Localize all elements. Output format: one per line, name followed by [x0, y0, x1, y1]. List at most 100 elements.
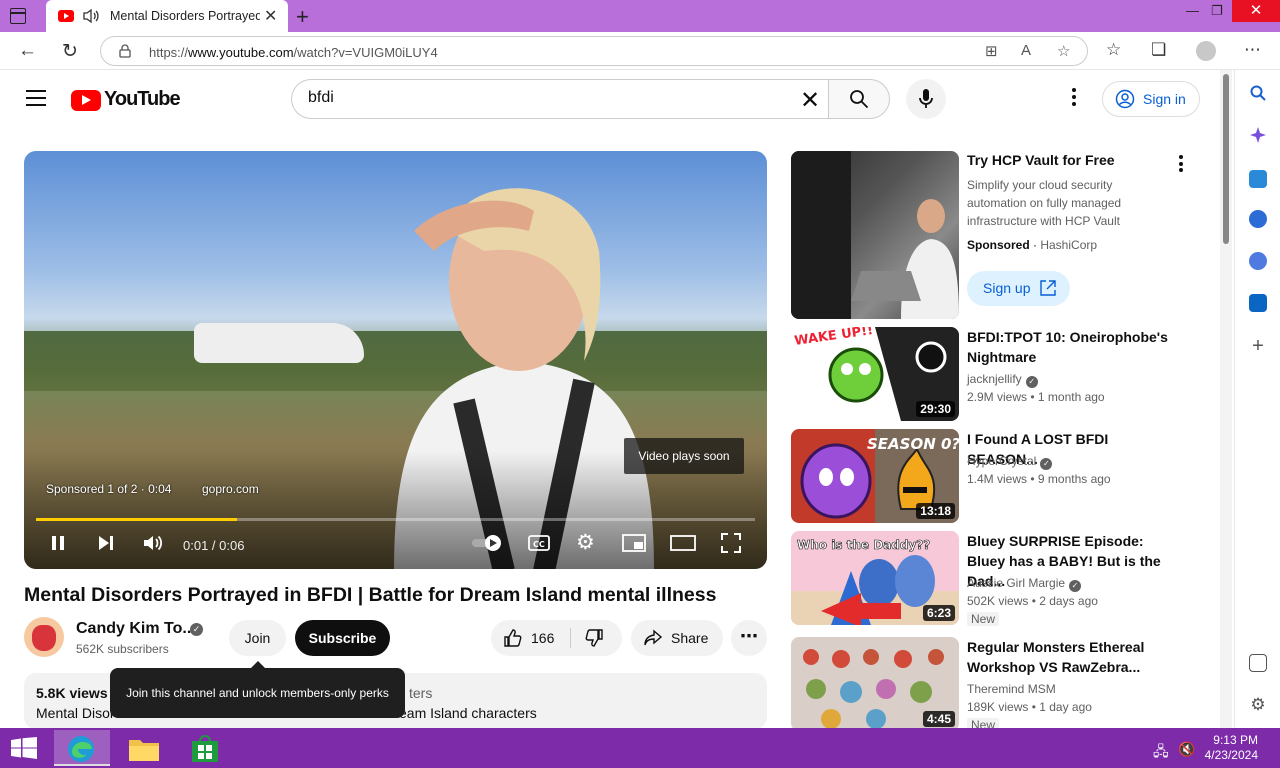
like-icon[interactable] [503, 628, 523, 648]
browser-tab-bar: Mental Disorders Portrayed in BFDI ✕ + —… [0, 0, 1280, 32]
collections-icon[interactable]: ❏ [1151, 40, 1166, 60]
volume-icon[interactable] [142, 533, 164, 553]
recommendation-thumbnail[interactable]: Who is the Daddy?? 6:23 [791, 531, 959, 625]
url-field[interactable]: https://www.youtube.com/watch?v=VUIGM0iL… [100, 36, 1088, 66]
lock-icon[interactable] [119, 44, 131, 58]
captions-icon[interactable]: CC [528, 533, 550, 553]
channel-name[interactable]: Candy Kim To... [76, 620, 196, 638]
sidebar-settings-icon[interactable]: ⚙ [1249, 696, 1267, 714]
clear-search-icon[interactable]: ✕ [800, 86, 820, 115]
ad-domain-link[interactable]: gopro.com [202, 482, 259, 496]
verified-badge-icon: ✓ [1069, 580, 1082, 592]
dislike-icon[interactable] [584, 628, 604, 648]
speaker-icon[interactable] [82, 8, 100, 24]
recommendation-thumbnail[interactable]: 4:45 [791, 637, 959, 731]
ad-title[interactable]: Try HCP Vault for Free [967, 152, 1115, 168]
ad-thumbnail[interactable] [791, 151, 959, 319]
like-dislike-group: 166 [491, 620, 622, 656]
profile-avatar[interactable] [1196, 41, 1216, 61]
join-button[interactable]: Join [229, 620, 286, 656]
sign-in-label: Sign in [1143, 91, 1186, 107]
tab-close-icon[interactable]: ✕ [264, 6, 277, 26]
taskbar-store-app[interactable] [178, 730, 234, 766]
video-progress-bar[interactable] [36, 518, 755, 521]
maximize-button[interactable]: ❐ [1211, 3, 1223, 19]
ad-sponsor-line: Sponsored · HashiCorp [967, 238, 1098, 252]
page-scrollbar[interactable] [1220, 70, 1232, 728]
share-button[interactable]: Share [631, 620, 723, 656]
fullscreen-icon[interactable] [721, 533, 741, 553]
office-icon[interactable] [1249, 252, 1267, 270]
youtube-wordmark: YouTube [104, 88, 181, 110]
recommendation-thumbnail[interactable]: WAKE UP!! 29:30 [791, 327, 959, 421]
search-input[interactable] [308, 89, 778, 107]
channel-avatar[interactable] [24, 617, 64, 657]
sign-in-button[interactable]: Sign in [1102, 81, 1200, 117]
recommendation-channel[interactable]: Theremind MSM [967, 682, 1056, 696]
recommendation-channel[interactable]: Aussie Girl Margie ✓ [967, 576, 1082, 592]
add-favorite-icon[interactable]: ☆ [1057, 42, 1070, 60]
video-duration: 13:18 [916, 503, 955, 519]
taskbar-clock[interactable]: 9:13 PM 4/23/2024 [1200, 733, 1258, 763]
subscribe-button[interactable]: Subscribe [295, 620, 390, 656]
refresh-icon[interactable]: ↻ [62, 40, 78, 63]
search-button[interactable] [828, 79, 890, 119]
settings-more-icon[interactable]: ⋯ [1244, 40, 1261, 60]
search-icon[interactable] [1249, 84, 1267, 102]
taskbar-file-explorer-app[interactable] [116, 730, 172, 766]
back-icon[interactable]: ← [18, 40, 37, 62]
app-available-icon[interactable]: ⊞ [985, 42, 998, 60]
account-icon [1115, 89, 1135, 109]
recommendation-title[interactable]: BFDI:TPOT 10: Oneirophobe's Nightmare [967, 327, 1177, 367]
store-icon [192, 735, 218, 762]
recommendation-meta: 189K views • 1 day ago [967, 700, 1092, 714]
new-badge: New [967, 612, 1000, 626]
description-text-tail-2: eam Island characters [399, 705, 537, 721]
tools-icon[interactable] [1249, 210, 1267, 228]
recommendation-item[interactable]: SEASON 0? 13:18 I Found A LOST BFDI SEAS… [791, 429, 1211, 525]
external-link-icon [1040, 280, 1056, 296]
volume-muted-icon[interactable]: 🔇 [1178, 741, 1195, 758]
minimize-button[interactable]: — [1186, 3, 1199, 18]
recommendation-item[interactable]: WAKE UP!! 29:30 BFDI:TPOT 10: Oneirophob… [791, 327, 1211, 423]
read-aloud-icon[interactable]: A [1021, 42, 1031, 59]
svg-text:Who is the Daddy??: Who is the Daddy?? [797, 538, 930, 552]
voice-search-button[interactable] [906, 79, 946, 119]
window-close-button[interactable]: ✕ [1232, 0, 1280, 22]
browser-tab-active[interactable]: Mental Disorders Portrayed in BFDI ✕ [46, 0, 288, 32]
recommendation-item[interactable]: Who is the Daddy?? 6:23 Bluey SURPRISE E… [791, 531, 1211, 627]
tab-actions-icon[interactable] [10, 8, 26, 24]
network-icon[interactable]: 🖧 [1153, 741, 1169, 765]
recommendation-meta: 2.9M views • 1 month ago [967, 390, 1105, 404]
menu-icon[interactable] [26, 90, 46, 106]
outlook-icon[interactable] [1249, 294, 1267, 312]
video-player[interactable]: Video plays soon Sponsored 1 of 2 · 0:04… [24, 151, 767, 569]
sidebar-collapse-icon[interactable] [1249, 654, 1267, 672]
more-actions-button[interactable]: ⋯ [731, 620, 767, 656]
settings-kebab-icon[interactable] [1068, 88, 1080, 110]
copilot-icon[interactable] [1249, 126, 1267, 144]
video-plays-soon-badge[interactable]: Video plays soon [624, 438, 744, 474]
ad-options-kebab-icon[interactable] [1175, 155, 1187, 175]
verified-badge-icon: ✓ [1040, 458, 1053, 470]
svg-text:SEASON 0?: SEASON 0? [867, 435, 959, 453]
taskbar-edge-app[interactable] [54, 730, 110, 766]
ad-sign-up-button[interactable]: Sign up [967, 271, 1070, 306]
autoplay-toggle[interactable] [471, 533, 505, 553]
recommendation-channel[interactable]: jacknjellify ✓ [967, 372, 1038, 388]
pause-icon[interactable] [48, 533, 68, 553]
miniplayer-icon[interactable] [622, 533, 646, 553]
add-sidebar-app-icon[interactable]: + [1249, 336, 1267, 356]
recommendation-thumbnail[interactable]: SEASON 0? 13:18 [791, 429, 959, 523]
recommendation-item[interactable]: 4:45 Regular Monsters Ethereal Workshop … [791, 637, 1211, 733]
theater-mode-icon[interactable] [670, 533, 696, 553]
next-icon[interactable] [96, 533, 116, 553]
favorites-icon[interactable]: ☆ [1106, 40, 1121, 60]
windows-start-icon[interactable] [10, 737, 38, 759]
new-tab-button[interactable]: + [296, 4, 309, 30]
scrollbar-thumb[interactable] [1223, 74, 1229, 244]
recommendation-title[interactable]: Regular Monsters Ethereal Workshop VS Ra… [967, 637, 1177, 677]
settings-gear-icon[interactable]: ⚙ [576, 532, 595, 553]
shopping-icon[interactable] [1249, 170, 1267, 188]
recommendation-channel[interactable]: HyperCrystal ✓ [967, 454, 1053, 470]
